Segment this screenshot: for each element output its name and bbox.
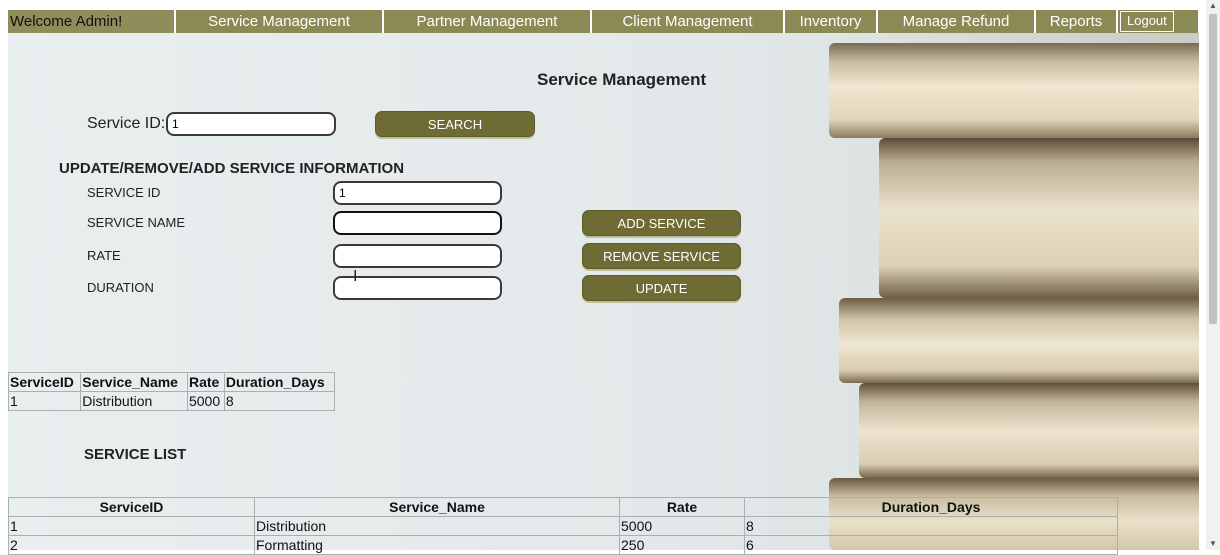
table-header-row: ServiceID Service_Name Rate Duration_Day… [8, 497, 1118, 517]
table-row: 2 Formatting 250 6 [8, 535, 1118, 555]
table-cell: Distribution [80, 391, 188, 411]
scroll-up-arrow-icon[interactable]: ▲ [1206, 0, 1220, 12]
table-header: Rate [619, 497, 745, 517]
table-header: ServiceID [7, 372, 82, 392]
service-list-heading: SERVICE LIST [84, 446, 187, 463]
service-name-field[interactable] [333, 211, 502, 235]
nav-manage-refund[interactable]: Manage Refund [878, 10, 1036, 33]
nav-reports[interactable]: Reports [1036, 10, 1118, 33]
scroll-down-arrow-icon[interactable]: ▼ [1206, 538, 1220, 550]
vertical-scrollbar[interactable]: ▲ ▼ [1206, 0, 1220, 550]
table-header: Duration_Days [223, 372, 336, 392]
table-header: Service_Name [80, 372, 188, 392]
table-row: 1 Distribution 5000 8 [7, 391, 336, 411]
duration-field[interactable] [333, 276, 502, 300]
service-name-label: SERVICE NAME [87, 215, 186, 230]
welcome-text: Welcome Admin! [8, 10, 176, 33]
table-cell: Formatting [254, 535, 620, 555]
service-id-search-label: Service ID: [87, 115, 166, 132]
nav-service-management[interactable]: Service Management [176, 10, 384, 33]
table-row: 1 Distribution 5000 8 [8, 516, 1118, 536]
page-title: Service Management [537, 70, 707, 89]
books-background-image [819, 33, 1199, 550]
table-cell: 1 [8, 516, 255, 536]
table-cell: 6 [744, 535, 1118, 555]
table-header: Service_Name [254, 497, 620, 517]
nav-client-management[interactable]: Client Management [592, 10, 785, 33]
service-id-field[interactable] [333, 181, 502, 205]
remove-service-button[interactable]: REMOVE SERVICE [582, 243, 741, 269]
table-header: ServiceID [8, 497, 255, 517]
duration-label: DURATION [87, 280, 154, 295]
table-cell: 5000 [619, 516, 745, 536]
table-cell: 250 [619, 535, 745, 555]
scroll-thumb[interactable] [1209, 14, 1217, 324]
service-id-search-input[interactable] [166, 112, 336, 136]
service-id-label: SERVICE ID [87, 185, 161, 200]
top-navbar: Welcome Admin! Service Management Partne… [8, 10, 1198, 33]
text-cursor-icon: I [353, 268, 358, 285]
table-cell: 5000 [186, 391, 225, 411]
add-service-button[interactable]: ADD SERVICE [582, 210, 741, 236]
table-cell: 2 [8, 535, 255, 555]
table-cell: Distribution [254, 516, 620, 536]
nav-partner-management[interactable]: Partner Management [384, 10, 592, 33]
table-header: Rate [186, 372, 225, 392]
search-button[interactable]: SEARCH [375, 111, 535, 137]
form-heading: UPDATE/REMOVE/ADD SERVICE INFORMATION [59, 160, 405, 177]
update-button[interactable]: UPDATE [582, 275, 741, 301]
rate-label: RATE [87, 248, 121, 263]
service-list-table: ServiceID Service_Name Rate Duration_Day… [8, 497, 1118, 555]
logout-button[interactable]: Logout [1120, 11, 1174, 32]
table-header: Duration_Days [744, 497, 1118, 517]
rate-field[interactable] [333, 244, 502, 268]
table-cell: 8 [744, 516, 1118, 536]
table-cell: 1 [7, 391, 82, 411]
nav-inventory[interactable]: Inventory [785, 10, 878, 33]
table-cell: 8 [223, 391, 336, 411]
search-result-table: ServiceID Service_Name Rate Duration_Day… [7, 372, 336, 411]
table-header-row: ServiceID Service_Name Rate Duration_Day… [7, 372, 336, 392]
